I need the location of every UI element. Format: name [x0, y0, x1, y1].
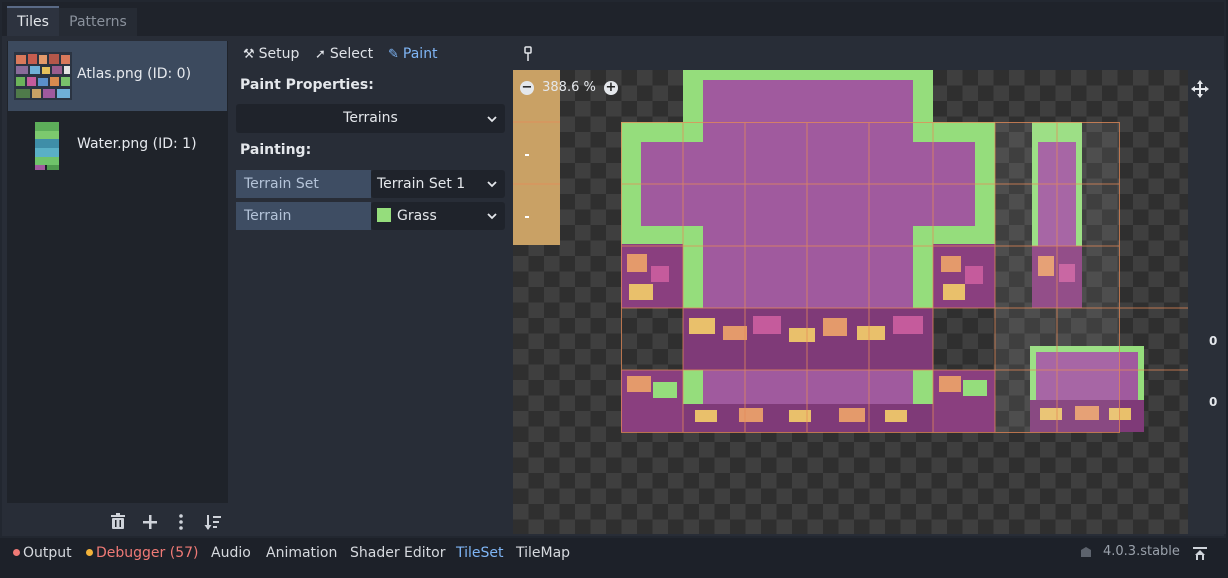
setup-button[interactable]: ⚒ Setup [243, 44, 299, 64]
zoom-controls: − 388.6 % + [520, 78, 618, 98]
edge-label: 0 [1209, 334, 1218, 348]
pin-icon[interactable] [522, 46, 534, 62]
source-label-water: Water.png (ID: 1) [77, 136, 197, 152]
atlas-viewport[interactable] [513, 70, 1188, 534]
warning-dot-icon [86, 549, 93, 556]
tab-tiles[interactable]: Tiles [7, 6, 59, 36]
trash-icon[interactable] [108, 512, 128, 532]
paint-mode-value: Terrains [343, 110, 398, 126]
plus-icon[interactable] [140, 512, 160, 532]
engine-logo-icon [1081, 547, 1091, 557]
chevron-down-icon [487, 115, 497, 122]
terrain-color-swatch [377, 208, 391, 222]
sort-icon[interactable] [203, 512, 223, 532]
chevron-down-icon [487, 213, 497, 220]
terrain-set-dropdown[interactable]: Terrain Set 1 [371, 170, 505, 198]
zoom-out-icon[interactable]: − [520, 80, 534, 95]
cursor-icon: ➚ [315, 47, 326, 62]
expand-panel-icon[interactable] [1192, 545, 1208, 561]
bottom-tab-animation[interactable]: Animation [266, 544, 337, 562]
tab-patterns[interactable]: Patterns [59, 8, 137, 36]
terrain-label: Terrain [236, 202, 371, 230]
viewport-edge [1188, 70, 1226, 534]
bottom-tab-tileset[interactable]: TileSet [456, 544, 504, 562]
terrain-value: Grass [397, 208, 437, 224]
terrain-set-label: Terrain Set [236, 170, 371, 198]
source-item-water[interactable]: Water.png (ID: 1) [8, 111, 227, 181]
atlas-thumbnail-icon [14, 52, 72, 100]
brush-icon: ✎ [388, 47, 399, 62]
edge-label: 0 [1209, 395, 1218, 409]
error-dot-icon [13, 549, 20, 556]
paint-button[interactable]: ✎ Paint [388, 44, 438, 64]
painting-title: Painting: [240, 142, 312, 158]
chevron-down-icon [487, 181, 497, 188]
water-thumbnail-icon [35, 122, 59, 170]
paint-properties-title: Paint Properties: [240, 77, 374, 93]
paint-mode-dropdown[interactable]: Terrains [236, 104, 505, 133]
bottom-tab-debugger[interactable]: Debugger (57) [86, 544, 198, 562]
tools-icon: ⚒ [243, 47, 255, 62]
source-label-atlas: Atlas.png (ID: 0) [77, 66, 192, 82]
kebab-menu-icon[interactable] [171, 512, 191, 532]
atlas-texture [513, 70, 1188, 433]
select-button[interactable]: ➚ Select [315, 44, 373, 64]
pan-icon[interactable] [1191, 80, 1209, 98]
source-item-atlas[interactable]: Atlas.png (ID: 0) [8, 41, 227, 111]
bottom-tab-tilemap[interactable]: TileMap [516, 544, 570, 562]
zoom-level: 388.6 % [542, 80, 596, 95]
bottom-tab-output[interactable]: Output [13, 544, 72, 562]
zoom-in-icon[interactable]: + [603, 80, 618, 95]
bottom-tab-shader-editor[interactable]: Shader Editor [350, 544, 445, 562]
bottom-tab-audio[interactable]: Audio [211, 544, 251, 562]
terrain-dropdown[interactable]: Grass [371, 202, 505, 230]
version-label: 4.0.3.stable [1103, 544, 1180, 559]
terrain-set-value: Terrain Set 1 [377, 176, 466, 192]
tab-bar [2, 2, 1224, 36]
